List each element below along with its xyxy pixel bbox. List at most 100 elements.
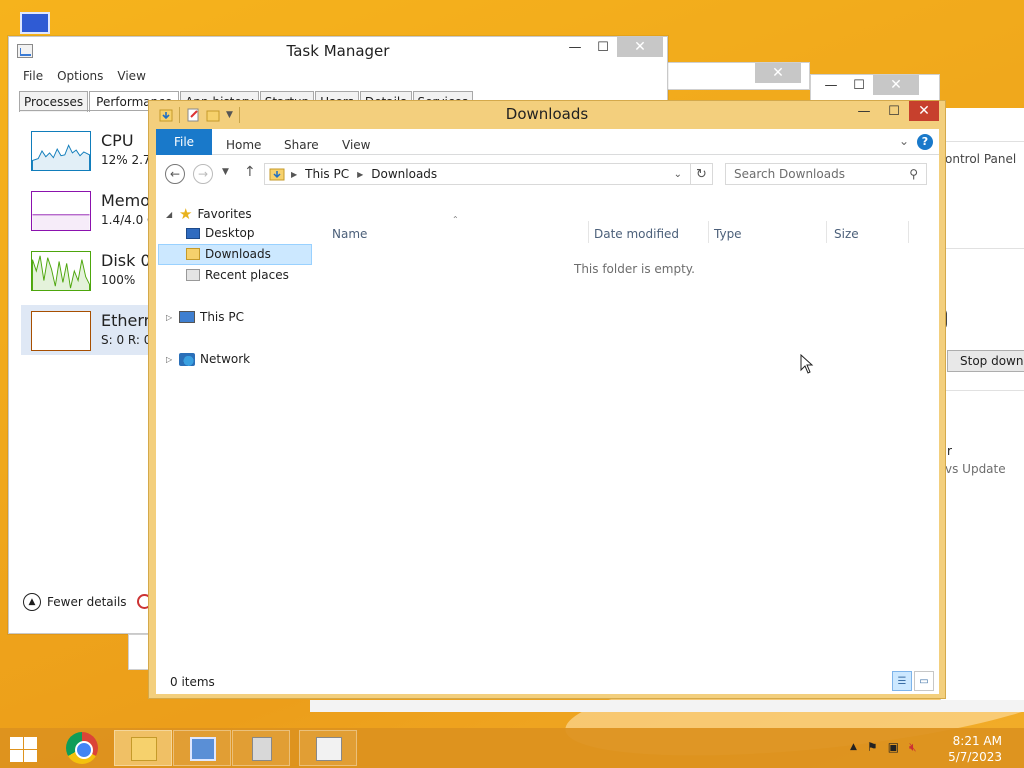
taskbar-task-manager[interactable] bbox=[299, 730, 357, 766]
downloads-folder-icon bbox=[269, 168, 285, 181]
menu-file[interactable]: File bbox=[23, 69, 43, 83]
show-hidden-icons-icon[interactable]: ▲ bbox=[850, 742, 857, 755]
breadcrumb-downloads[interactable]: Downloads bbox=[371, 167, 437, 181]
collapse-arrow-icon[interactable]: ◢ bbox=[166, 210, 174, 219]
menu-options[interactable]: Options bbox=[57, 69, 103, 83]
windows-start-icon[interactable] bbox=[8, 736, 38, 762]
navigation-bar: ← → ▼ ↑ ▶ This PC ▶ Downloads ⌄ ↻ Search… bbox=[156, 159, 939, 189]
expand-arrow-icon[interactable]: ▷ bbox=[166, 313, 174, 322]
sort-arrow-icon: ⌃ bbox=[452, 215, 459, 224]
breadcrumb-this-pc[interactable]: This PC bbox=[305, 167, 349, 181]
address-dropdown-icon[interactable]: ⌄ bbox=[674, 169, 682, 180]
tree-item-recent-places[interactable]: Recent places bbox=[186, 268, 289, 282]
taskbar-clock[interactable]: 8:21 AM 5/7/2023 bbox=[948, 733, 1002, 765]
breadcrumb-arrow-icon[interactable]: ▶ bbox=[291, 170, 297, 179]
fewer-details-label: Fewer details bbox=[47, 595, 127, 609]
breadcrumb-arrow-icon[interactable]: ▶ bbox=[357, 170, 363, 179]
tab-home[interactable]: Home bbox=[226, 138, 261, 152]
maximize-icon[interactable]: ☐ bbox=[589, 37, 617, 57]
minimize-icon[interactable]: — bbox=[561, 37, 589, 57]
empty-folder-message: This folder is empty. bbox=[574, 262, 695, 276]
help-icon[interactable]: ? bbox=[917, 134, 933, 150]
minimize-icon[interactable]: — bbox=[817, 75, 845, 95]
forward-arrow-icon[interactable]: → bbox=[193, 164, 213, 184]
column-header-size[interactable]: Size bbox=[834, 227, 859, 241]
back-arrow-icon[interactable]: ← bbox=[165, 164, 185, 184]
computer-icon bbox=[179, 311, 195, 323]
chevron-down-icon[interactable]: ⌄ bbox=[899, 134, 909, 148]
minimize-icon[interactable]: — bbox=[849, 101, 879, 121]
search-input[interactable]: Search Downloads ⚲ bbox=[725, 163, 927, 185]
fewer-details-button[interactable]: ▲ Fewer details bbox=[23, 593, 127, 611]
taskbar-remote-desktop[interactable] bbox=[173, 730, 231, 766]
clock-date: 5/7/2023 bbox=[948, 750, 1002, 764]
tab-file[interactable]: File bbox=[156, 129, 212, 155]
column-header-name[interactable]: Name bbox=[332, 227, 367, 241]
tree-label: Downloads bbox=[205, 247, 271, 261]
perf-name: CPU bbox=[101, 131, 134, 150]
perf-item-disk[interactable]: Disk 0 100% bbox=[21, 245, 151, 295]
ribbon-tabs: File Home Share View ⌄ ? bbox=[156, 129, 939, 155]
network-icon bbox=[179, 352, 195, 366]
details-view-icon[interactable]: ☰ bbox=[892, 671, 912, 691]
background-window-strip bbox=[310, 700, 1024, 712]
explorer-window: ▼ Downloads — ☐ ✕ File Home Share View ⌄… bbox=[148, 100, 946, 699]
cpu-graph bbox=[31, 131, 91, 171]
action-center-flag-icon[interactable]: ⚑ bbox=[867, 740, 878, 755]
close-icon[interactable]: ✕ bbox=[755, 63, 801, 83]
close-icon[interactable]: ✕ bbox=[873, 75, 919, 95]
close-icon[interactable]: ✕ bbox=[617, 37, 663, 57]
tree-item-downloads[interactable]: Downloads bbox=[186, 247, 271, 261]
desktop-icon bbox=[186, 227, 200, 239]
perf-name: Disk 0 bbox=[101, 251, 151, 270]
tree-label: Network bbox=[200, 352, 251, 366]
star-icon: ★ bbox=[179, 205, 193, 223]
up-arrow-icon[interactable]: ↑ bbox=[244, 164, 256, 180]
address-bar[interactable]: ▶ This PC ▶ Downloads ⌄ bbox=[264, 163, 713, 185]
menu-view[interactable]: View bbox=[117, 69, 145, 83]
perf-item-cpu[interactable]: CPU 12% 2.70 bbox=[21, 125, 158, 175]
large-icons-view-icon[interactable]: ▭ bbox=[914, 671, 934, 691]
expand-arrow-icon[interactable]: ▷ bbox=[166, 355, 174, 364]
background-window-fragment bbox=[128, 634, 150, 670]
tree-item-this-pc[interactable]: ▷ This PC bbox=[166, 310, 244, 324]
taskbar-file-explorer[interactable] bbox=[114, 730, 172, 766]
chrome-icon[interactable] bbox=[66, 732, 98, 764]
close-icon[interactable]: ✕ bbox=[909, 101, 939, 121]
ethernet-graph bbox=[31, 311, 91, 351]
task-manager-menu: File Options View bbox=[23, 69, 146, 83]
taskbar-recycle-bin[interactable] bbox=[232, 730, 290, 766]
control-panel-text-1: r bbox=[947, 444, 952, 458]
tab-view[interactable]: View bbox=[342, 138, 370, 152]
desktop-computer-icon[interactable] bbox=[14, 10, 60, 38]
column-header-type[interactable]: Type bbox=[714, 227, 742, 241]
refresh-icon[interactable]: ↻ bbox=[690, 163, 713, 185]
maximize-icon[interactable]: ☐ bbox=[879, 101, 909, 121]
system-tray: ▲ ⚑ ▣ 🔇︎ bbox=[850, 740, 917, 755]
tree-item-favorites[interactable]: ◢ ★ Favorites bbox=[166, 205, 252, 223]
recent-places-icon bbox=[186, 269, 200, 281]
taskbar: ▲ ⚑ ▣ 🔇︎ 8:21 AM 5/7/2023 bbox=[0, 728, 1024, 768]
control-panel-title: ontrol Panel bbox=[945, 152, 1017, 166]
search-icon[interactable]: ⚲ bbox=[909, 167, 918, 181]
task-manager-titlebar[interactable]: Task Manager — ☐ ✕ bbox=[9, 37, 667, 67]
network-monitor-icon bbox=[190, 737, 216, 761]
tree-item-desktop[interactable]: Desktop bbox=[186, 226, 255, 240]
column-header-date[interactable]: Date modified bbox=[594, 227, 679, 241]
perf-item-memory[interactable]: Memor 1.4/4.0 G bbox=[21, 185, 157, 235]
tree-item-network[interactable]: ▷ Network bbox=[166, 352, 250, 366]
tree-label: Desktop bbox=[205, 226, 255, 240]
stop-download-button[interactable]: Stop downlo bbox=[947, 350, 1024, 372]
status-item-count: 0 items bbox=[170, 675, 215, 689]
network-tray-icon[interactable]: ▣ bbox=[888, 740, 899, 755]
perf-value: 100% bbox=[101, 273, 136, 287]
volume-muted-icon[interactable]: 🔇︎ bbox=[909, 740, 917, 755]
tab-processes[interactable]: Processes bbox=[19, 91, 89, 112]
perf-item-ethernet[interactable]: Etherne S: 0 R: 0 bbox=[21, 305, 164, 355]
tree-label: This PC bbox=[200, 310, 244, 324]
maximize-icon[interactable]: ☐ bbox=[845, 75, 873, 95]
downloads-folder-icon bbox=[186, 248, 200, 260]
recent-locations-icon[interactable]: ▼ bbox=[222, 167, 229, 177]
chevron-up-icon: ▲ bbox=[23, 593, 41, 611]
tab-share[interactable]: Share bbox=[284, 138, 319, 152]
